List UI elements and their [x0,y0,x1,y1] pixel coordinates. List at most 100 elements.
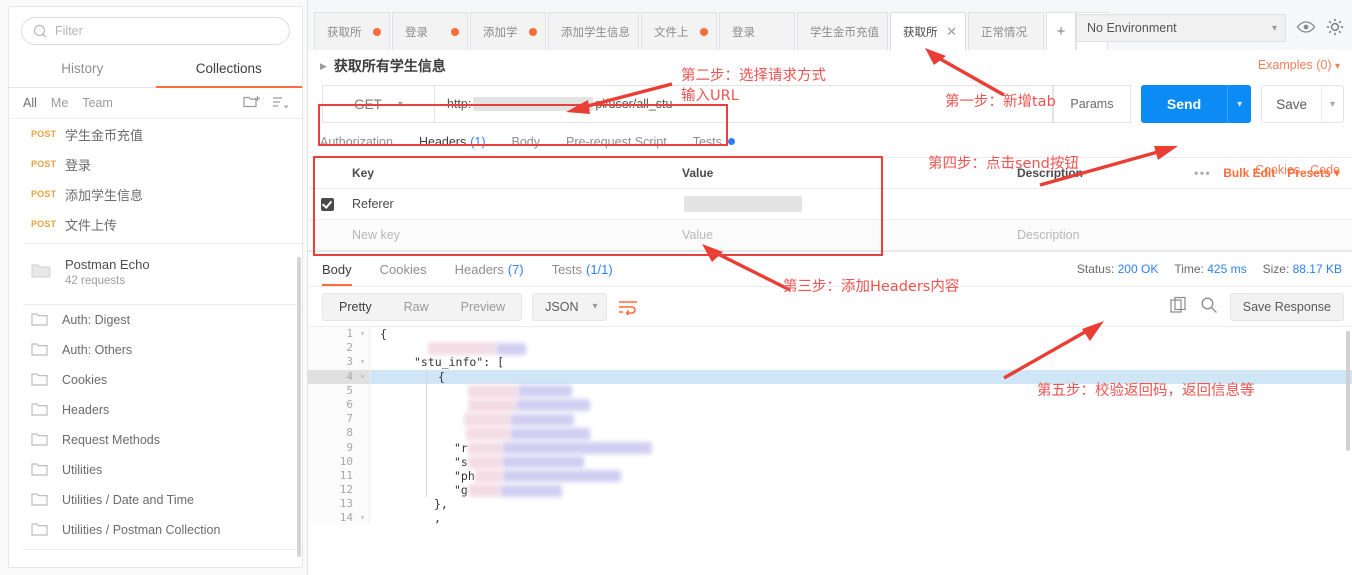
request-tab[interactable]: 添加学 [470,12,546,50]
request-title-row: ▶ 获取所有学生信息 Examples (0) ▾ [308,50,1352,82]
list-item[interactable]: Utilities / Date and Time [9,485,302,515]
code-text: "stu_info": [ [414,355,505,370]
sort-icon[interactable] [272,95,290,112]
save-response-button[interactable]: Save Response [1229,292,1344,321]
list-item[interactable]: POST 学生金币充值 [9,119,302,149]
folder-icon [31,492,48,509]
search-icon[interactable] [1200,296,1218,317]
method-badge: POST [31,129,57,139]
save-button[interactable]: Save ▾ [1261,85,1344,123]
line-number: 5 [308,384,369,398]
request-tab[interactable]: 获取所 [314,12,390,50]
examples-dropdown[interactable]: Examples (0) ▾ [1258,58,1340,72]
page-title: 获取所有学生信息 [333,58,446,74]
list-item[interactable]: Cookies [9,365,302,395]
params-button[interactable]: Params [1052,85,1131,123]
send-button[interactable]: Send ▾ [1140,85,1252,123]
fold-icon[interactable]: ▾ [360,355,365,369]
tab-response-body[interactable]: Body [322,252,352,286]
request-tab-label: 登录 [732,26,755,39]
response-body-viewer[interactable]: 1▾ 2 3▾ 4▾ 5 6 7 8 9 10 11 12 13 14▾ [308,326,1352,524]
url-input[interactable]: http: pi/user/all_stu [434,85,1053,123]
tab-response-headers[interactable]: Headers (7) [455,252,524,286]
word-wrap-icon[interactable] [617,296,639,318]
list-item[interactable]: Request Methods [9,425,302,455]
tests-indicator-dot [727,138,735,145]
list-item[interactable]: POST 文件上传 [9,209,302,239]
table-row[interactable]: Referer [308,189,1352,220]
list-item[interactable]: Headers [9,395,302,425]
new-value-input[interactable]: Value [676,228,1011,242]
list-item[interactable]: Utilities [9,455,302,485]
collection-postman-echo[interactable]: Postman Echo 42 requests [9,244,302,300]
copy-icon[interactable] [1170,296,1188,317]
view-mode-pretty[interactable]: Pretty [323,293,388,320]
new-key-input[interactable]: New key [346,228,676,242]
headers-tools: ••• Bulk Edit Presets ▾ [1194,166,1340,180]
list-item[interactable]: Utilities / Postman Collection [9,515,302,545]
request-tab[interactable]: 登录 [719,12,795,50]
status-label: Status: [1076,262,1115,276]
request-tab-label: 正常情况 [981,26,1027,39]
sidebar-scrollbar[interactable] [297,257,301,557]
line-number-text: 8 [346,426,353,440]
request-tab-label: 添加学生信息 [561,26,630,39]
environment-select[interactable]: No Environment ▾ [1076,14,1286,42]
fold-icon[interactable]: ▾ [360,370,365,384]
fold-icon[interactable]: ▾ [360,511,365,524]
http-method-select[interactable]: GET ▾ [322,85,434,123]
filter-all[interactable]: All [23,96,37,110]
filter-me[interactable]: Me [51,96,68,110]
view-mode-preview[interactable]: Preview [445,294,521,320]
view-mode-raw[interactable]: Raw [388,294,445,320]
new-description-input[interactable]: Description [1011,228,1352,242]
list-item[interactable]: POST 添加学生信息 [9,179,302,209]
tab-headers[interactable]: Headers (1) [418,126,486,158]
tab-collections[interactable]: Collections [155,51,303,88]
request-tab[interactable]: 登录 [392,12,468,50]
headers-new-row[interactable]: New key Value Description [308,220,1352,251]
send-options-caret[interactable]: ▾ [1227,85,1252,123]
request-tab[interactable]: 添加学生信息 [548,12,639,50]
header-key[interactable]: Referer [346,197,676,211]
request-tab[interactable]: 文件上 [641,12,717,50]
list-item[interactable]: POST 登录 [9,149,302,179]
format-select[interactable]: JSON ▾ [532,292,607,321]
list-item[interactable]: Auth: Digest [9,305,302,335]
line-number: 1 ▾ [308,327,369,341]
tab-tests[interactable]: Tests [693,126,735,158]
tab-body[interactable]: Body [512,126,541,158]
response-code[interactable]: { "stu_info": [ { "r "s "ph "g }, , [370,327,1352,524]
tab-pre-request-script[interactable]: Pre-request Script [566,126,667,158]
new-tab-button[interactable]: + [1046,12,1076,50]
response-scrollbar[interactable] [1346,331,1350,451]
presets-dropdown[interactable]: Presets ▾ [1287,166,1340,180]
request-tab[interactable]: 正常情况 [968,12,1044,50]
checkbox-checked-icon[interactable] [320,197,334,211]
bulk-edit-button[interactable]: Bulk Edit [1223,166,1275,180]
list-item[interactable]: Auth: Others [9,335,302,365]
row-checkbox-cell[interactable] [308,197,346,211]
tab-response-tests[interactable]: Tests (1/1) [552,252,613,286]
tab-response-cookies[interactable]: Cookies [380,252,427,286]
examples-label: Examples (0) [1257,58,1332,72]
new-folder-icon[interactable] [243,94,260,112]
search-input[interactable]: Filter [21,17,290,45]
chevron-right-icon[interactable]: ▶ [320,61,327,72]
gear-icon[interactable] [1326,18,1344,39]
tab-authorization[interactable]: Authorization [320,126,393,158]
fold-icon[interactable]: ▾ [360,327,365,341]
save-options-caret[interactable]: ▾ [1320,86,1343,122]
request-tab-active[interactable]: 获取所 ✕ [890,12,966,50]
more-options-icon[interactable]: ••• [1194,166,1211,180]
request-tab-label: 获取所 [327,26,362,39]
code-line: "g [370,483,1352,498]
tab-history[interactable]: History [9,51,156,87]
postman-window: Filter History Collections All Me Team P… [0,0,1352,575]
eye-icon[interactable] [1296,20,1316,37]
request-tab[interactable]: 学生金币充值 [797,12,888,50]
header-value[interactable] [676,196,1011,212]
filter-team[interactable]: Team [82,96,113,110]
close-icon[interactable]: ✕ [946,25,957,38]
chevron-down-icon: ▾ [1271,22,1277,34]
